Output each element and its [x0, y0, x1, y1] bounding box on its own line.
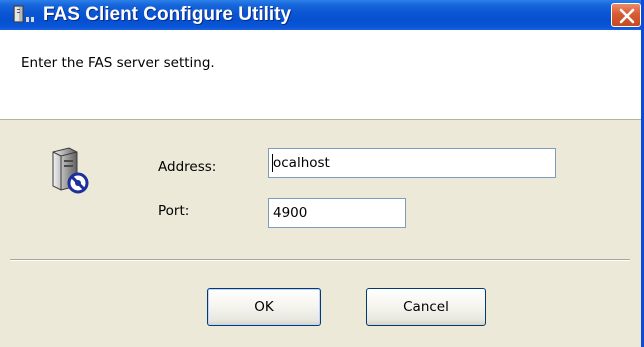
address-input[interactable] [268, 148, 556, 178]
close-icon [619, 8, 635, 24]
window-title: FAS Client Configure Utility [43, 4, 292, 25]
port-label: Port: [158, 203, 190, 219]
instruction-text: Enter the FAS server setting. [21, 55, 215, 71]
header-panel [0, 30, 641, 120]
close-button[interactable] [611, 3, 641, 27]
server-settings-icon [47, 146, 93, 196]
cancel-button[interactable]: Cancel [366, 288, 486, 326]
text-caret [272, 154, 273, 172]
dialog-window: FAS Client Configure Utility Enter the F… [0, 0, 644, 347]
port-input[interactable] [268, 198, 406, 228]
ok-button[interactable]: OK [207, 288, 321, 326]
separator [10, 259, 630, 261]
title-bar[interactable]: FAS Client Configure Utility [0, 0, 641, 30]
server-app-icon [12, 5, 38, 25]
address-label: Address: [158, 159, 217, 175]
